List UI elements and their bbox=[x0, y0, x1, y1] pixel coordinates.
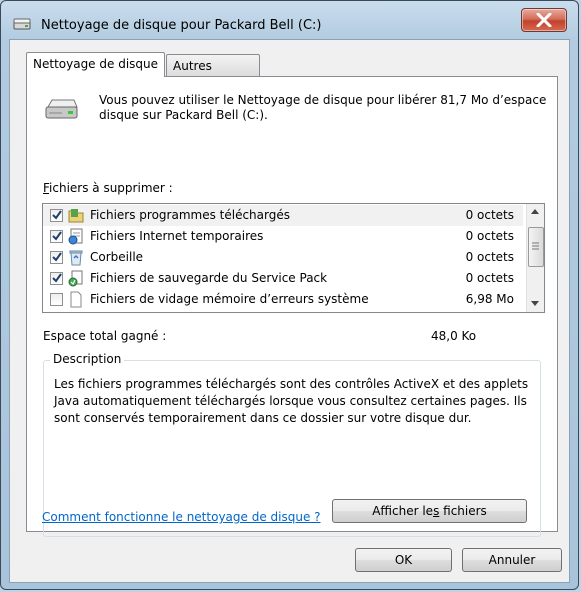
scroll-up-icon[interactable] bbox=[531, 209, 539, 214]
file-name: Fichiers Internet temporaires bbox=[90, 229, 264, 243]
folder-icon bbox=[68, 207, 84, 224]
internet-files-icon bbox=[68, 228, 84, 245]
file-name: Corbeille bbox=[90, 250, 144, 264]
checkbox[interactable] bbox=[50, 272, 63, 285]
view-files-label-start: Afficher le bbox=[372, 504, 434, 518]
checkbox[interactable] bbox=[50, 251, 63, 264]
file-name: Fichiers de vidage mémoire d’erreurs sys… bbox=[90, 292, 369, 306]
help-link[interactable]: Comment fonctionne le nettoyage de disqu… bbox=[42, 510, 321, 524]
list-item[interactable]: Fichiers de sauvegarde du Service Pack 0… bbox=[43, 268, 523, 289]
intro-text: Vous pouvez utiliser le Nettoyage de dis… bbox=[99, 93, 547, 122]
ok-button[interactable]: OK bbox=[355, 548, 452, 572]
checkmark-icon bbox=[52, 231, 62, 241]
cancel-button[interactable]: Annuler bbox=[462, 548, 562, 572]
file-size: 0 octets bbox=[465, 250, 514, 264]
view-files-label-end: fichiers bbox=[439, 504, 487, 518]
close-icon bbox=[536, 13, 552, 27]
files-label-rest: ichiers à supprimer : bbox=[49, 181, 173, 195]
checkbox[interactable] bbox=[50, 209, 63, 222]
file-size: 6,98 Mo bbox=[465, 292, 514, 306]
scroll-down-icon[interactable] bbox=[531, 301, 539, 306]
description-title: Description bbox=[50, 352, 125, 366]
checkmark-icon bbox=[52, 273, 62, 283]
description-text: Les fichiers programmes téléchargés sont… bbox=[54, 377, 529, 425]
tab-more-options[interactable]: Autres options bbox=[166, 54, 260, 95]
checkbox[interactable] bbox=[50, 293, 63, 306]
close-button[interactable] bbox=[521, 8, 567, 32]
grip-icon bbox=[532, 242, 539, 250]
view-files-button[interactable]: Afficher les fichiers bbox=[332, 499, 527, 523]
window-title: Nettoyage de disque pour Packard Bell (C… bbox=[41, 18, 322, 33]
list-scrollbar[interactable] bbox=[526, 204, 544, 312]
file-name: Fichiers de sauvegarde du Service Pack bbox=[90, 271, 328, 285]
hard-drive-icon bbox=[44, 97, 78, 124]
checkbox[interactable] bbox=[50, 230, 63, 243]
total-space-label: Espace total gagné : bbox=[43, 329, 167, 343]
scrollbar-thumb[interactable] bbox=[528, 227, 544, 267]
recycle-bin-icon bbox=[68, 249, 84, 266]
file-size: 0 octets bbox=[465, 208, 514, 222]
list-item[interactable]: Corbeille 0 octets bbox=[43, 247, 523, 268]
disk-cleanup-icon bbox=[13, 18, 31, 31]
files-list[interactable]: Fichiers programmes téléchargés 0 octets… bbox=[42, 203, 545, 313]
file-size: 0 octets bbox=[465, 271, 514, 285]
dialog-client-area: Nettoyage de disque Autres options Vous … bbox=[9, 39, 570, 583]
tab-disk-cleanup[interactable]: Nettoyage de disque bbox=[26, 52, 166, 77]
total-space-value: 48,0 Ko bbox=[431, 329, 477, 343]
list-item[interactable]: Fichiers programmes téléchargés 0 octets bbox=[43, 205, 523, 226]
tab-panel: Vous pouvez utiliser le Nettoyage de dis… bbox=[26, 76, 558, 537]
checkmark-icon bbox=[52, 252, 62, 262]
files-to-delete-label: Fichiers à supprimer : bbox=[43, 181, 173, 195]
list-item[interactable]: Fichiers Internet temporaires 0 octets bbox=[43, 226, 523, 247]
document-icon bbox=[68, 291, 84, 308]
backup-icon bbox=[68, 270, 84, 287]
list-item[interactable]: Fichiers de vidage mémoire d’erreurs sys… bbox=[43, 289, 523, 310]
file-size: 0 octets bbox=[465, 229, 514, 243]
checkmark-icon bbox=[52, 210, 62, 220]
file-name: Fichiers programmes téléchargés bbox=[90, 208, 290, 222]
disk-cleanup-window: Nettoyage de disque pour Packard Bell (C… bbox=[0, 0, 579, 590]
